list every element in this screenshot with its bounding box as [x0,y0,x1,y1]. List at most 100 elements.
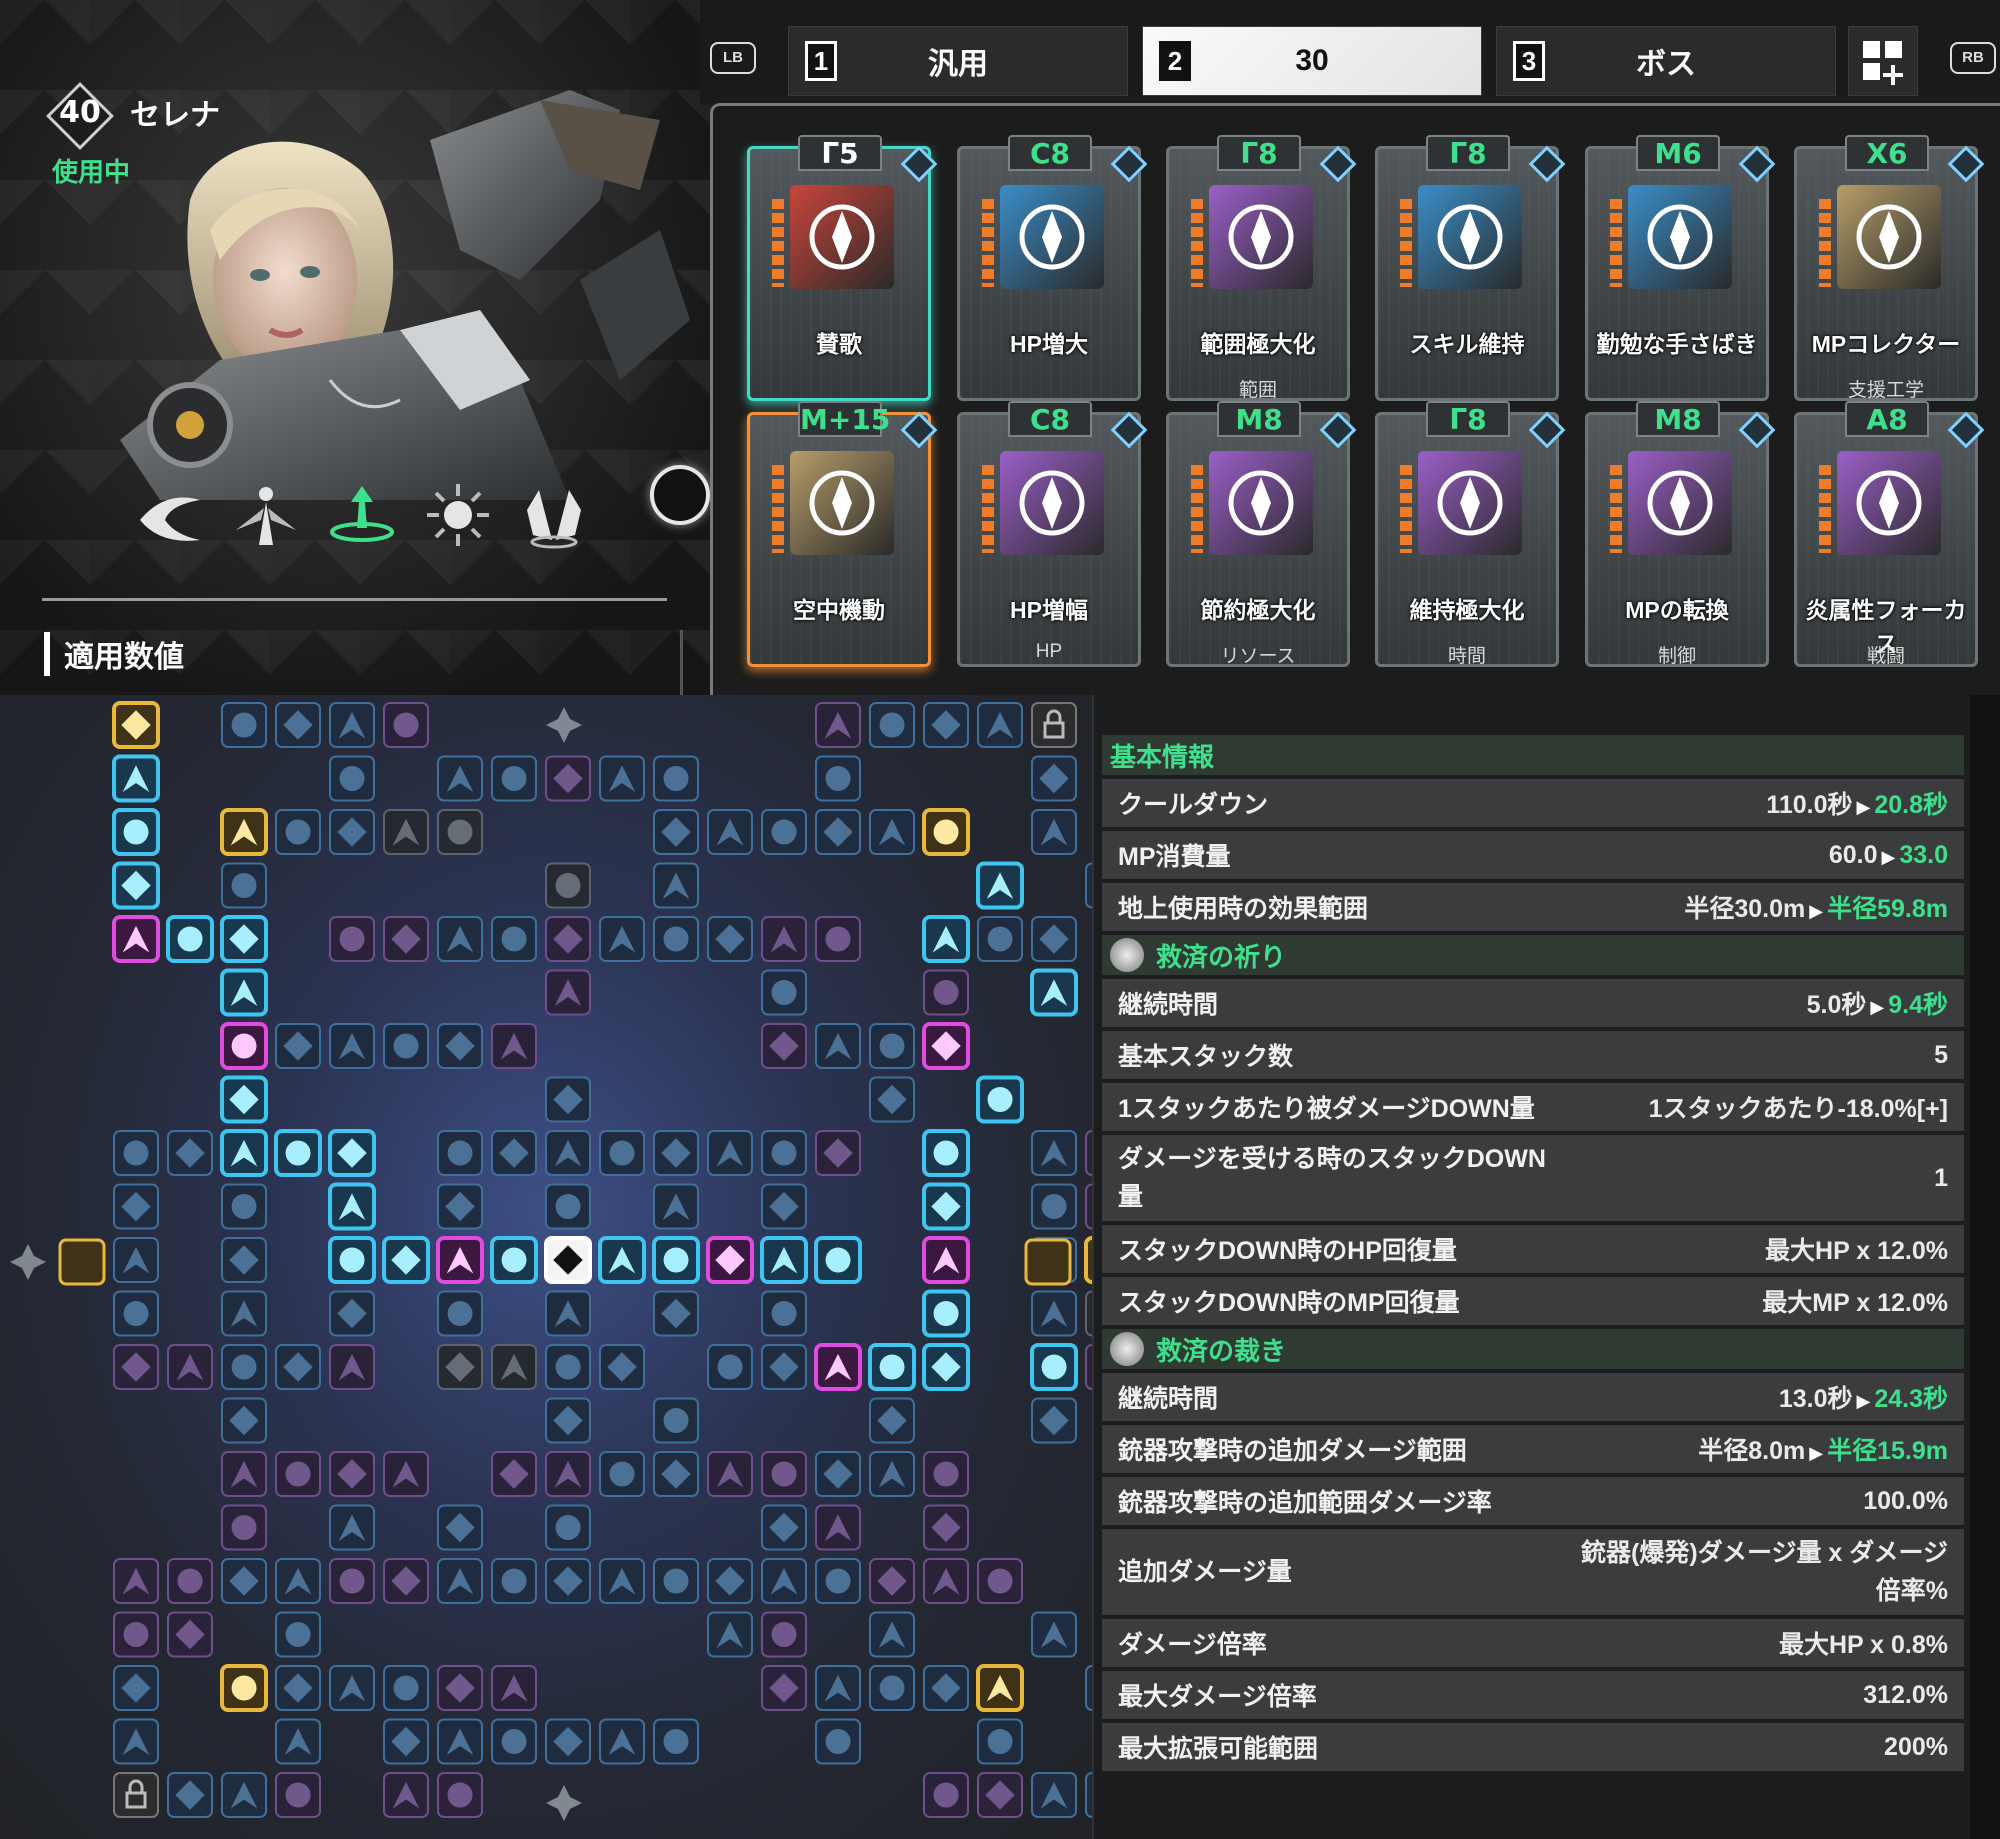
board-module-node[interactable] [545,1718,591,1765]
module-card[interactable]: Γ8 スキル維持 [1375,135,1566,401]
board-module-node[interactable] [383,1718,429,1765]
lock-diamond-icon[interactable] [1319,145,1357,183]
board-module-node[interactable] [167,1558,213,1604]
board-module-node[interactable] [599,1718,645,1765]
lock-diamond-icon[interactable] [1947,411,1985,449]
board-module-node[interactable] [707,809,753,855]
board-module-node[interactable] [869,1451,915,1497]
board-module-node[interactable] [653,809,699,855]
board-module-node[interactable] [923,1558,969,1604]
board-module-node[interactable] [491,1558,537,1604]
board-module-node[interactable] [437,1558,483,1604]
board-module-node[interactable] [761,1183,807,1230]
board-module-node[interactable] [491,1344,537,1390]
lock-diamond-icon[interactable] [1110,411,1148,449]
board-module-node[interactable] [491,1451,537,1497]
board-module-node[interactable] [653,1451,699,1497]
board-module-node[interactable] [437,1290,483,1337]
board-module-node[interactable] [437,809,483,855]
board-module-node[interactable] [976,1664,1024,1712]
board-module-node[interactable] [275,1611,321,1658]
board-module-node[interactable] [220,915,268,963]
tab-preset-3[interactable]: 3 ボス [1496,26,1836,96]
board-module-node[interactable] [599,1451,645,1497]
board-module-node[interactable] [112,861,160,910]
board-module-node[interactable] [491,1665,537,1711]
board-module-node[interactable] [707,1130,753,1176]
board-module-node[interactable] [437,916,483,962]
board-module-node[interactable] [977,1558,1023,1604]
board-module-node[interactable] [437,755,483,802]
board-module-node[interactable] [491,1023,537,1069]
board-module-node[interactable] [653,1558,699,1604]
board-module-node[interactable] [869,1558,915,1604]
board-module-node[interactable] [869,1076,915,1123]
board-module-node[interactable] [275,1344,321,1390]
board-module-node[interactable] [545,916,591,962]
board-module-node[interactable] [329,809,375,855]
add-preset-button[interactable] [1848,26,1918,96]
board-module-node[interactable] [437,1023,483,1069]
board-module-node[interactable] [437,1718,483,1765]
board-module-node[interactable] [220,1075,268,1124]
board-module-node[interactable] [868,1343,916,1391]
board-module-node[interactable] [653,916,699,962]
board-module-node[interactable] [436,1236,484,1284]
module-card[interactable]: M8 MPの転換 制御 [1585,401,1776,667]
board-module-node[interactable] [221,1772,267,1818]
board-module-node[interactable] [329,755,375,802]
board-module-node[interactable] [329,916,375,962]
board-module-node[interactable] [113,1718,159,1765]
board-module-node[interactable] [761,1451,807,1497]
angel-icon[interactable] [231,480,301,550]
board-module-node[interactable] [653,1397,699,1444]
board-module-node[interactable] [383,1023,429,1069]
board-edge-gold-node[interactable] [1024,1238,1072,1286]
board-module-node[interactable] [815,1665,861,1711]
board-module-node[interactable] [491,755,537,802]
board-edge-gold-node[interactable] [58,1238,106,1286]
board-module-node[interactable] [113,1344,159,1390]
board-module-node[interactable] [653,755,699,802]
board-module-node[interactable] [1031,1611,1077,1658]
board-module-node[interactable] [869,1611,915,1658]
module-card[interactable]: C8 HP増幅 HP [957,401,1148,667]
board-module-node[interactable] [545,1397,591,1444]
board-module-node[interactable] [221,1451,267,1497]
board-lock-node[interactable] [1031,702,1077,748]
board-module-node[interactable] [112,754,160,803]
board-module-node[interactable] [329,702,375,748]
board-module-node[interactable] [221,1344,267,1390]
board-module-node[interactable] [329,1665,375,1711]
module-card[interactable]: Γ8 範囲極大化 範囲 [1166,135,1357,401]
board-module-node[interactable] [815,1504,861,1551]
board-module-node[interactable] [221,1504,267,1551]
tab-preset-1[interactable]: 1 汎用 [788,26,1128,96]
board-module-node[interactable] [1031,809,1077,855]
board-module-node[interactable] [383,1665,429,1711]
board-module-node[interactable] [328,1182,376,1231]
board-module-node[interactable] [653,1183,699,1230]
board-module-node[interactable] [815,1558,861,1604]
board-module-node[interactable] [598,1236,646,1284]
board-module-node[interactable] [815,1130,861,1176]
board-module-node[interactable] [437,1772,483,1818]
board-module-node[interactable] [761,1558,807,1604]
board-module-node[interactable] [113,1130,159,1176]
lock-diamond-icon[interactable] [1738,145,1776,183]
board-module-node[interactable] [329,1451,375,1497]
board-module-node[interactable] [977,1718,1023,1765]
board-module-node[interactable] [545,1451,591,1497]
board-module-node[interactable] [815,1451,861,1497]
board-module-node[interactable] [221,1397,267,1444]
board-module-node[interactable] [113,1290,159,1337]
board-module-node[interactable] [977,702,1023,748]
board-module-node[interactable] [1030,968,1078,1017]
board-module-node[interactable] [923,969,969,1016]
board-module-node[interactable] [437,1344,483,1390]
board-module-node[interactable] [329,1558,375,1604]
board-module-node[interactable] [760,1236,808,1284]
board-module-node[interactable] [329,1290,375,1337]
board-module-node[interactable] [652,1236,700,1284]
board-module-node[interactable] [706,1236,754,1284]
